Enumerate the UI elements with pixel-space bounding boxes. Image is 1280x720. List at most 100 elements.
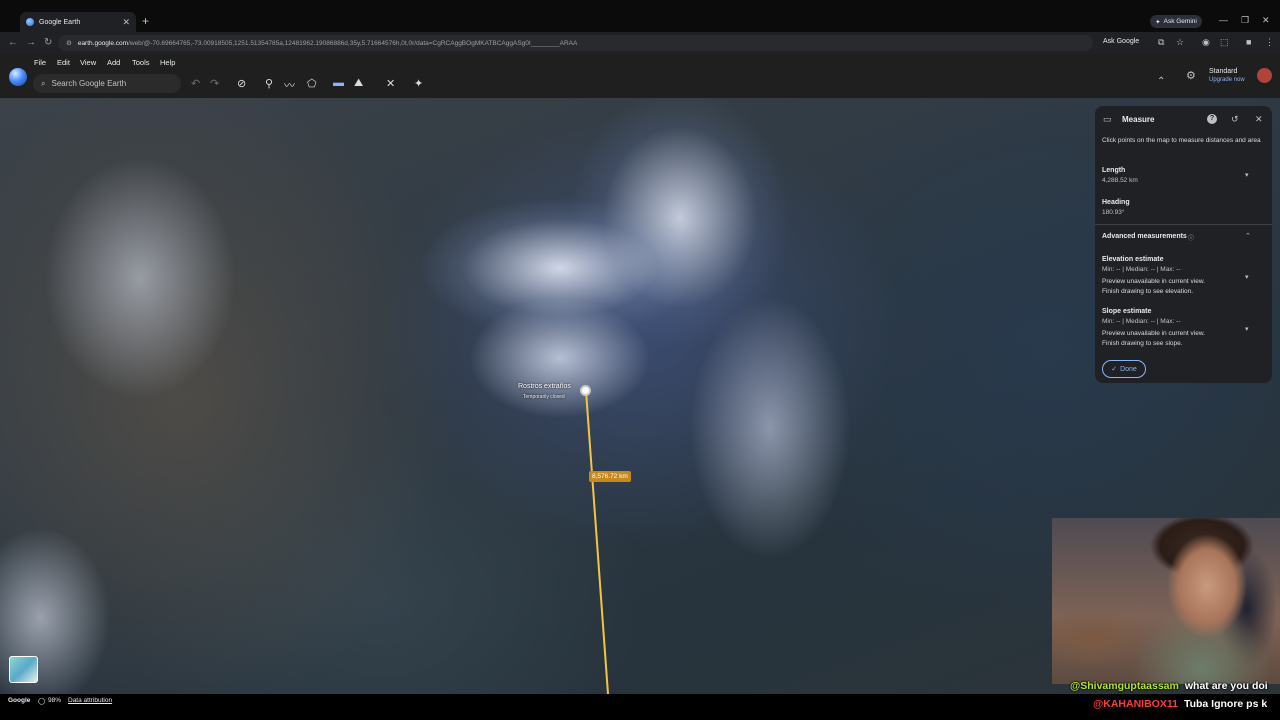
menu-tools[interactable]: Tools (132, 58, 150, 67)
new-tab-button[interactable]: + (142, 14, 149, 28)
measure-panel: ▭ Measure ? ↺ ✕ Click points on the map … (1095, 106, 1272, 383)
profile-extension-icon[interactable]: ■ (1246, 37, 1251, 47)
search-placeholder: Search Google Earth (51, 79, 127, 88)
elevation-expand-icon[interactable]: ▾ (1245, 273, 1249, 281)
tools-icon[interactable]: ✕ (386, 77, 395, 90)
url-path: /web/@-70.69664765,-73.00918505,1251.513… (128, 39, 578, 47)
loading-indicator-icon: ◯ (38, 698, 46, 705)
gemini-sparkle-icon: ✦ (1155, 18, 1161, 26)
search-icon: ⌕ (41, 78, 46, 88)
tab-google-earth[interactable]: Google Earth ✕ (20, 12, 136, 32)
image-overlay-icon[interactable]: ⛰ (354, 77, 363, 90)
elevation-stats: Min: -- | Median: -- | Max: -- (1102, 266, 1181, 273)
chat-message-1: @Shivamguptaassam what are you doi (1070, 680, 1268, 692)
reload-icon[interactable]: ↻ (44, 37, 52, 48)
avatar[interactable] (1257, 68, 1272, 83)
slope-stats: Min: -- | Median: -- | Max: -- (1102, 318, 1181, 325)
status-bar: Google ◯ 98% Data attribution (0, 694, 1280, 720)
minimize-icon[interactable]: — (1219, 15, 1228, 25)
tab-title: Google Earth (39, 18, 81, 26)
account-plan: Standard (1209, 68, 1238, 75)
measure-title: Measure (1122, 115, 1155, 124)
hide-sidebar-icon[interactable]: ⊘ (237, 77, 246, 90)
translate-icon[interactable]: ⧉ (1158, 37, 1164, 48)
redo-icon[interactable]: ↷ (210, 77, 219, 90)
collapse-advanced-icon[interactable]: ⌃ (1245, 232, 1251, 240)
menu-view[interactable]: View (80, 58, 96, 67)
slope-note-1: Preview unavailable in current view. (1102, 330, 1205, 337)
chat-text-2: Tuba Ignore ps k (1183, 698, 1268, 710)
place-status: Temporarily closed (523, 394, 565, 400)
earth-toolbar: File Edit View Add Tools Help ⌕ Search G… (0, 54, 1280, 98)
menu-file[interactable]: File (34, 58, 46, 67)
chat-message-2: @KAHANIBOX11 Tuba Ignore ps k (1093, 698, 1267, 710)
google-earth-logo-icon[interactable] (9, 68, 27, 86)
advanced-measurements-label: Advanced measurements (1102, 233, 1187, 240)
undo-icon[interactable]: ↶ (191, 77, 200, 90)
add-polygon-icon[interactable]: ⬠ (307, 77, 317, 90)
elevation-estimate-label: Elevation estimate (1102, 256, 1164, 263)
check-icon: ✓ (1111, 366, 1118, 373)
slope-expand-icon[interactable]: ▾ (1245, 325, 1249, 333)
data-attribution-link[interactable]: Data attribution (68, 697, 112, 704)
info-icon[interactable]: ⓘ (1188, 233, 1194, 242)
segment-distance-label: 8,576.72 km (589, 471, 631, 482)
measure-ruler-icon[interactable]: ▬ (333, 77, 344, 89)
chat-text-1: what are you doi (1184, 680, 1268, 692)
units-dropdown-icon[interactable]: ▾ (1245, 171, 1249, 179)
measure-route-line (585, 390, 609, 694)
forward-icon[interactable]: → (26, 37, 36, 48)
add-path-icon[interactable]: 〰 (284, 77, 295, 93)
url-input[interactable]: ⚙ earth.google.com /web/@-70.69664765,-7… (58, 35, 1093, 51)
heading-label: Heading (1102, 199, 1130, 206)
add-placemark-icon[interactable]: ⚲ (265, 77, 273, 90)
close-tab-icon[interactable]: ✕ (122, 17, 130, 28)
menu-edit[interactable]: Edit (57, 58, 70, 67)
ask-gemini-button[interactable]: ✦ Ask Gemini (1150, 15, 1202, 28)
chat-username-2: @KAHANIBOX11 (1093, 698, 1178, 710)
ask-gemini-label: Ask Gemini (1163, 18, 1197, 25)
ruler-icon: ▭ (1103, 114, 1112, 124)
heading-value: 180.93° (1102, 209, 1125, 216)
elevation-note-1: Preview unavailable in current view. (1102, 278, 1205, 285)
undo-measure-icon[interactable]: ↺ (1231, 114, 1239, 125)
slope-note-2: Finish drawing to see slope. (1102, 340, 1183, 347)
search-input[interactable]: ⌕ Search Google Earth (33, 74, 181, 93)
measure-start-point[interactable] (580, 385, 591, 396)
browser-address-bar: ← → ↻ ⚙ earth.google.com /web/@-70.69664… (0, 32, 1280, 54)
back-icon[interactable]: ← (8, 37, 18, 48)
url-host: earth.google.com (77, 39, 129, 47)
menu-help[interactable]: Help (160, 58, 175, 67)
done-button[interactable]: ✓ Done (1102, 360, 1146, 378)
upgrade-link[interactable]: Upgrade now (1209, 77, 1245, 83)
settings-gear-icon[interactable]: ⚙ (1186, 69, 1196, 82)
menu-add[interactable]: Add (107, 58, 120, 67)
browser-tab-bar: Google Earth ✕ + ✦ Ask Gemini — ❐ ✕ (0, 0, 1280, 32)
measure-instructions: Click points on the map to measure dista… (1102, 137, 1261, 144)
browser-menu-icon[interactable]: ⋮ (1265, 37, 1274, 48)
chat-username-1: @Shivamguptaassam (1070, 680, 1179, 692)
webcam-overlay (1052, 518, 1280, 684)
close-window-icon[interactable]: ✕ (1262, 15, 1270, 26)
site-info-icon[interactable]: ⚙ (66, 39, 72, 47)
help-icon[interactable]: ? (1207, 114, 1217, 124)
elevation-note-2: Finish drawing to see elevation. (1102, 288, 1194, 295)
sparkle-icon[interactable]: ✦ (414, 77, 423, 90)
collapse-toolbar-icon[interactable]: ⌃ (1157, 76, 1165, 87)
divider (1095, 224, 1272, 225)
google-logo: Google (8, 697, 31, 704)
slope-estimate-label: Slope estimate (1102, 308, 1152, 315)
extensions-puzzle-icon[interactable]: ⬚ (1220, 37, 1229, 48)
bookmark-star-icon[interactable]: ☆ (1176, 37, 1184, 48)
extension-icon[interactable]: ◉ (1202, 37, 1210, 48)
length-label: Length (1102, 167, 1126, 174)
google-earth-favicon-icon (26, 18, 34, 26)
load-percent: 98% (48, 697, 62, 704)
ask-google-button[interactable]: Ask Google (1103, 38, 1139, 45)
close-panel-icon[interactable]: ✕ (1255, 114, 1263, 125)
map-layers-button[interactable] (9, 656, 38, 683)
restore-icon[interactable]: ❐ (1241, 15, 1249, 26)
place-label[interactable]: Rostros extraños (518, 383, 571, 390)
done-label: Done (1120, 365, 1137, 373)
length-value: 4,288.52 km (1102, 177, 1138, 184)
